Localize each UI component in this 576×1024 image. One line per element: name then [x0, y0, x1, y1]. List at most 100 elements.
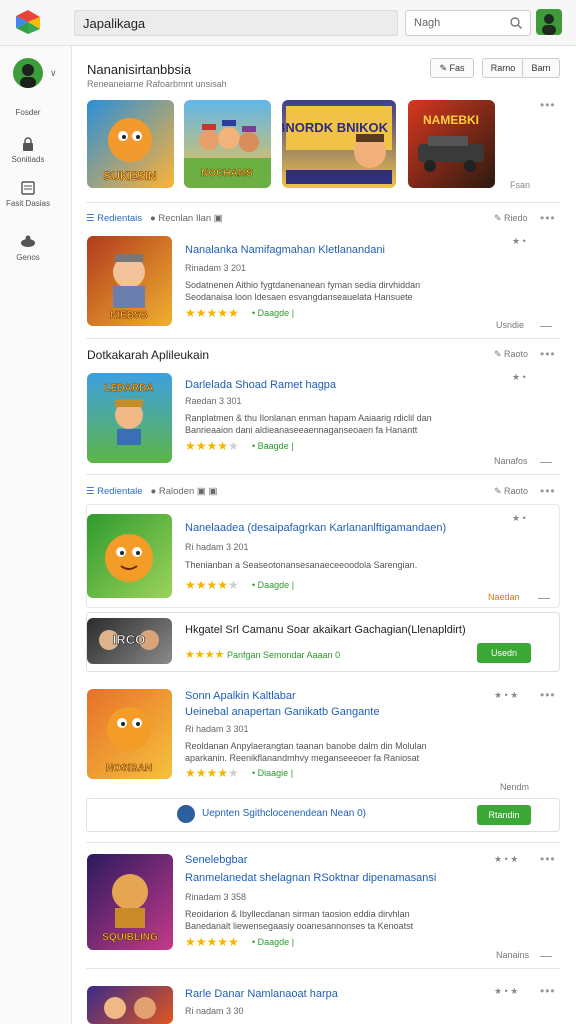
app-desc-line: Thenianban a Seaseotonansesanaeceeoodola…: [185, 560, 418, 570]
section-more-label: Raoto: [504, 486, 529, 496]
section-tag[interactable]: ☰ Redientais ● Recnlan Ilan ▣: [86, 213, 223, 224]
small-rating-icon: ★ •: [512, 372, 526, 382]
search-input[interactable]: Japalikaga: [74, 10, 398, 36]
star-rating: ★★★★★: [185, 306, 239, 320]
featured-button-mid[interactable]: Rarno: [482, 58, 524, 78]
section-more-label: Riedo: [504, 213, 528, 223]
pencil-icon: ✎: [494, 213, 505, 223]
more-icon[interactable]: •••: [540, 484, 556, 498]
app-title[interactable]: Rarle Danar Namlanaoat harpa: [185, 988, 338, 1000]
promo-icon[interactable]: IRCO: [87, 618, 172, 664]
featured-button-right[interactable]: Barn: [522, 58, 560, 78]
document-icon: [21, 181, 35, 195]
game-art-icon: IRCO: [99, 630, 159, 650]
more-icon[interactable]: •••: [540, 852, 556, 866]
section-more[interactable]: ✎ Raoto: [494, 349, 528, 360]
app-desc-line: aparkanin. Reenikflanandmhvy meganseeeoe…: [185, 753, 420, 763]
section-more[interactable]: ✎ Raoto: [494, 486, 528, 497]
more-icon[interactable]: •••: [540, 211, 556, 225]
install-button[interactable]: Usedn: [477, 643, 531, 663]
app-store-logo-icon[interactable]: [14, 8, 42, 36]
sidebar-item-documents[interactable]: Fasit Dasias: [0, 180, 56, 209]
app-title[interactable]: Senelebgbar: [185, 854, 247, 866]
chevron-down-icon[interactable]: ∨: [50, 68, 57, 79]
section-tag[interactable]: ☰ Redientale ● Raloden ▣ ▣: [86, 486, 218, 497]
app-desc-line: Sodatnenen Aithio fygtdanenanean fyman s…: [185, 280, 421, 290]
promo-line-text[interactable]: Uepnten Sgithclocenendean Nean 0): [202, 808, 366, 819]
app-icon[interactable]: LEDARDA: [87, 373, 172, 463]
featured-tile[interactable]: NAMEBKI: [408, 100, 495, 188]
app-icon[interactable]: [87, 986, 173, 1024]
sidebar-item-home[interactable]: Fosder: [0, 108, 56, 118]
featured-tile[interactable]: SUKESIN: [87, 100, 174, 188]
pencil-icon: ✎: [494, 486, 505, 496]
install-button[interactable]: Rtandin: [477, 805, 531, 825]
main-content: Nananisirtanbbsia Reneaneiarne Rafoarbmn…: [74, 46, 576, 1024]
collapse-icon[interactable]: [540, 462, 552, 463]
section-heading: Dotkakarah Aplileukain: [87, 348, 210, 362]
app-desc-line: Banedanalt liewensegaasiy ooanesannonses…: [185, 921, 414, 931]
star-rating: ★★★★★: [185, 935, 239, 949]
app-badge-label: Daagde: [257, 308, 290, 318]
app-icon[interactable]: NOSIBAN: [87, 689, 172, 779]
app-subtitle[interactable]: Ueinebal anapertan Ganikatb Gangante: [185, 706, 379, 718]
app-title[interactable]: Nanelaadea (desaipafagrkan Karlananlftig…: [185, 522, 446, 534]
tile-caption: BNORDK BNIKOK: [282, 120, 389, 135]
gamepad-icon: [21, 235, 35, 247]
app-title[interactable]: Sonn Apalkin Kaltlabar: [185, 690, 296, 702]
game-art-icon: BNORDK BNIKOK: [282, 106, 392, 184]
small-rating-icon: ★ • ★: [494, 854, 519, 864]
list-icon: ☰: [86, 486, 98, 497]
sidebar-avatar[interactable]: [13, 58, 43, 88]
section-filter-text: Raloden: [158, 486, 195, 497]
app-badge-label: Daagde: [257, 937, 290, 947]
more-icon[interactable]: •••: [540, 984, 556, 998]
app-icon[interactable]: [87, 514, 172, 598]
app-icon[interactable]: SQUIBLING: [87, 854, 173, 950]
section-more[interactable]: ✎ Riedo: [494, 213, 528, 224]
user-avatar[interactable]: [536, 9, 562, 35]
divider: [86, 968, 560, 969]
featured-more-link[interactable]: Fsan: [510, 180, 530, 190]
app-title[interactable]: Nanalanka Namifagmahan Kletlanandani: [185, 244, 385, 256]
avatar-icon: [20, 64, 36, 88]
sidebar-item-games[interactable]: Genos: [0, 234, 56, 263]
small-rating-icon: ★ • ★: [494, 986, 519, 996]
app-icon[interactable]: NIEBSB: [87, 236, 172, 326]
game-art-icon: SUKESIN: [103, 118, 157, 183]
app-badge: • Daagde |: [252, 580, 295, 590]
app-meta: Rinadam 3 201: [185, 263, 247, 273]
divider: [86, 202, 560, 203]
collapse-icon[interactable]: [540, 326, 552, 327]
game-art-icon: SQUIBLING: [102, 874, 158, 943]
divider: [86, 474, 560, 475]
sidebar: ∨ Fosder Sonitiads Fasit Dasias Genos: [0, 46, 72, 1024]
sidebar-item-security[interactable]: Sonitiads: [0, 136, 56, 165]
collapse-icon[interactable]: [540, 956, 552, 957]
more-icon[interactable]: •••: [540, 688, 556, 702]
divider: [86, 842, 560, 843]
app-meta: Raedan 3 301: [185, 396, 242, 406]
more-icon[interactable]: •••: [540, 98, 556, 112]
game-art-icon: NAMEBKI: [418, 113, 484, 172]
app-description: Reoidarion & Ibyllecdanan sirman taosion…: [185, 908, 495, 932]
app-subtitle[interactable]: Ranmelanedat shelagnan RSoktnar dipenama…: [185, 872, 436, 884]
more-icon[interactable]: •••: [540, 347, 556, 361]
sidebar-item-label: Genos: [16, 253, 40, 262]
section-tag-label: Redientale: [97, 486, 143, 497]
promo-title[interactable]: Hkgatel Srl Camanu Soar akaikart Gachagi…: [185, 624, 466, 636]
star-rating: ★★★★★: [185, 439, 239, 453]
featured-tile[interactable]: NOCHAMS: [184, 100, 271, 188]
secondary-search-input[interactable]: Nagh: [405, 10, 531, 36]
app-description: Reoldanan Anpylaerangtan taanan banobe d…: [185, 740, 495, 764]
game-art-icon: NIEBSB: [110, 254, 148, 321]
tile-caption: SUKESIN: [103, 169, 156, 183]
featured-tile[interactable]: BNORDK BNIKOK: [282, 100, 396, 188]
featured-button-left[interactable]: ✎ Fas: [430, 58, 474, 78]
collapse-icon[interactable]: [538, 598, 550, 599]
secondary-search-placeholder: Nagh: [414, 17, 441, 29]
app-meta: Ri hadam 3 301: [185, 724, 249, 734]
app-badge: • Baagde |: [252, 441, 294, 451]
app-title[interactable]: Darlelada Shoad Ramet hagpa: [185, 379, 336, 391]
search-icon[interactable]: [509, 16, 523, 30]
